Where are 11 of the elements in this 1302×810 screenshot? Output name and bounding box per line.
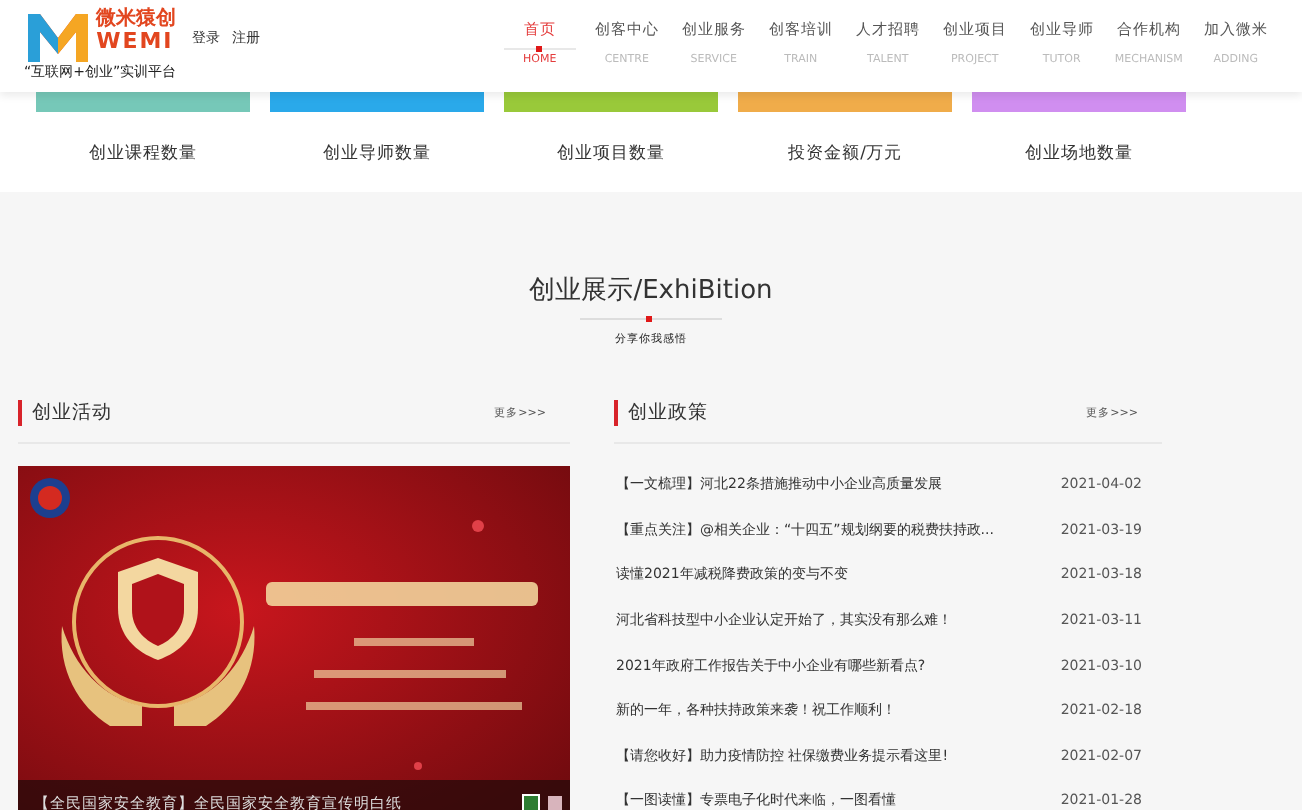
m-logo-icon	[24, 10, 92, 62]
stat-label: 创业导师数量	[323, 142, 431, 166]
stat-label: 创业场地数量	[1025, 142, 1133, 166]
stat-label: 创业项目数量	[557, 142, 665, 166]
logo-brand: WEMI	[96, 30, 176, 52]
stat-label: 创业课程数量	[89, 142, 197, 166]
panel-title: 创业活动	[18, 400, 112, 426]
panel-title: 创业政策	[614, 400, 708, 426]
logo-name: 微米猿创	[96, 10, 177, 30]
section-title: 创业展示/ExhiBition	[529, 274, 773, 308]
stat-label: 投资金额/万元	[788, 142, 902, 166]
